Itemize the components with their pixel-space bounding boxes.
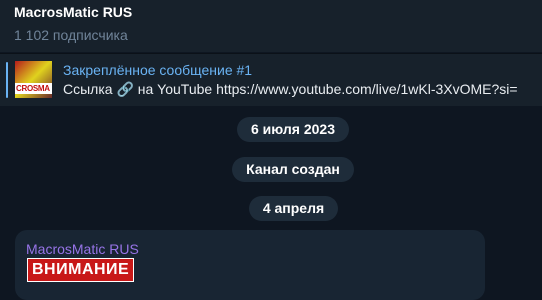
channel-created-notice: Канал создан bbox=[232, 157, 354, 182]
channel-title[interactable]: MacrosMatic RUS bbox=[14, 4, 132, 20]
message-author[interactable]: MacrosMatic RUS bbox=[26, 241, 139, 257]
subscriber-count: 1 102 подписчика bbox=[14, 27, 128, 43]
message-bubble[interactable]: MacrosMatic RUS ВНИМАНИЕ bbox=[15, 230, 485, 300]
attention-banner: ВНИМАНИЕ bbox=[27, 258, 135, 282]
channel-header[interactable]: MacrosMatic RUS 1 102 подписчика bbox=[0, 0, 542, 52]
thumbnail-text: CROSMA bbox=[16, 84, 50, 93]
pinned-title: Закреплённое сообщение #1 bbox=[63, 62, 253, 78]
date-separator[interactable]: 6 июля 2023 bbox=[237, 117, 349, 142]
date-separator[interactable]: 4 апреля bbox=[249, 196, 338, 221]
pinned-preview-text: Ссылка 🔗 на YouTube https://www.youtube.… bbox=[63, 81, 518, 97]
pinned-indicator bbox=[6, 62, 8, 98]
pinned-thumbnail: CROSMA bbox=[15, 61, 52, 98]
pinned-message-bar[interactable]: CROSMA Закреплённое сообщение #1 Ссылка … bbox=[0, 53, 542, 106]
